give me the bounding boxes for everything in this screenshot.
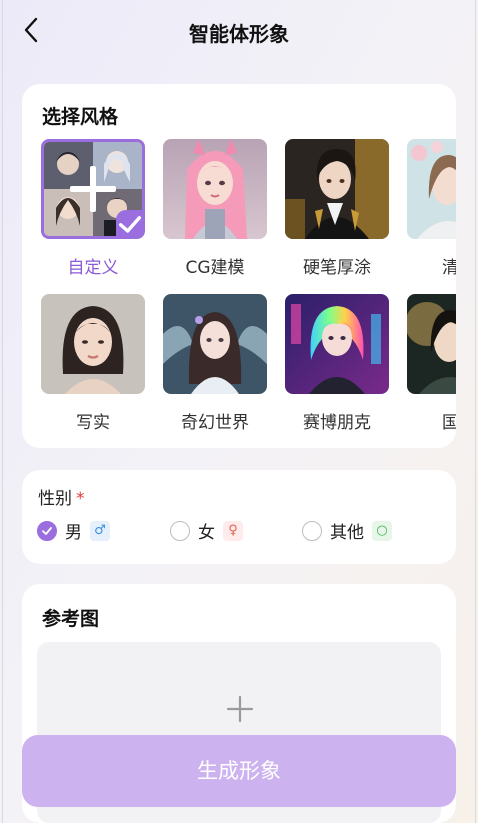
- radio-unchecked[interactable]: [170, 520, 190, 541]
- style-card: 选择风格 自定义 CG建模 硬笔厚涂 清 写实 奇幻世界 赛博朋克 国: [22, 84, 456, 448]
- cyberpunk-girl-image: [285, 294, 389, 394]
- reference-title: 参考图: [42, 608, 100, 630]
- style-label: 硬笔厚涂: [303, 258, 371, 278]
- style-thumb-cg: [163, 139, 267, 239]
- female-symbol-icon: ♀: [223, 520, 243, 541]
- gender-label: 男: [65, 523, 82, 543]
- style-label: 赛博朋克: [303, 413, 371, 433]
- style-item-realistic[interactable]: 写实: [41, 294, 145, 433]
- style-item-fresh[interactable]: 清新: [407, 139, 456, 278]
- radio-checked[interactable]: [37, 520, 57, 541]
- gender-option-female[interactable]: 女 ♀: [170, 518, 243, 543]
- frame-edge-right: [475, 0, 476, 823]
- style-item-custom[interactable]: 自定义: [41, 139, 145, 278]
- style-label: 国风: [442, 413, 456, 433]
- selected-check-icon: [116, 210, 142, 236]
- radio-unchecked[interactable]: [302, 520, 322, 541]
- style-item-thick-paint[interactable]: 硬笔厚涂: [285, 139, 389, 278]
- style-thumb-custom: [41, 139, 145, 239]
- style-thumb-chinese: [407, 294, 456, 394]
- style-section-title: 选择风格: [42, 106, 119, 128]
- gender-option-male[interactable]: 男 ♂: [37, 518, 110, 543]
- anime-man-image: [285, 139, 389, 239]
- style-label: CG建模: [185, 258, 245, 278]
- style-item-cyberpunk[interactable]: 赛博朋克: [285, 294, 389, 433]
- male-symbol-icon: ♂: [90, 520, 110, 541]
- gender-label: 其他: [330, 523, 364, 543]
- gender-title: 性别 *: [38, 484, 85, 509]
- gender-card: 性别 * 男 ♂ 女 ♀ 其他 ○: [22, 470, 456, 564]
- style-thumb-fantasy: [163, 294, 267, 394]
- chinese-style-image: [407, 294, 456, 394]
- required-mark: *: [76, 489, 85, 509]
- style-thumb-realistic: [41, 294, 145, 394]
- other-symbol-icon: ○: [372, 520, 392, 541]
- gender-option-other[interactable]: 其他 ○: [302, 518, 392, 543]
- frame-edge-left: [2, 0, 3, 823]
- style-label: 奇幻世界: [181, 413, 249, 433]
- plus-icon: [226, 695, 254, 723]
- header: 智能体形象: [0, 0, 478, 64]
- style-label: 清新: [442, 258, 456, 278]
- style-thumb-fresh: [407, 139, 456, 239]
- fresh-style-image: [407, 139, 456, 239]
- style-label: 自定义: [67, 258, 119, 278]
- gender-label: 女: [198, 523, 215, 543]
- generate-button[interactable]: 生成形象: [22, 735, 456, 807]
- style-thumb-thick-paint: [285, 139, 389, 239]
- gender-title-text: 性别: [38, 489, 72, 509]
- style-item-fantasy[interactable]: 奇幻世界: [163, 294, 267, 433]
- realistic-woman-image: [41, 294, 145, 394]
- page-title: 智能体形象: [189, 22, 289, 46]
- style-item-cg[interactable]: CG建模: [163, 139, 267, 278]
- cg-girl-image: [163, 139, 267, 239]
- style-thumb-cyberpunk: [285, 294, 389, 394]
- style-label: 写实: [76, 413, 110, 433]
- fantasy-fairy-image: [163, 294, 267, 394]
- style-item-chinese[interactable]: 国风: [407, 294, 456, 433]
